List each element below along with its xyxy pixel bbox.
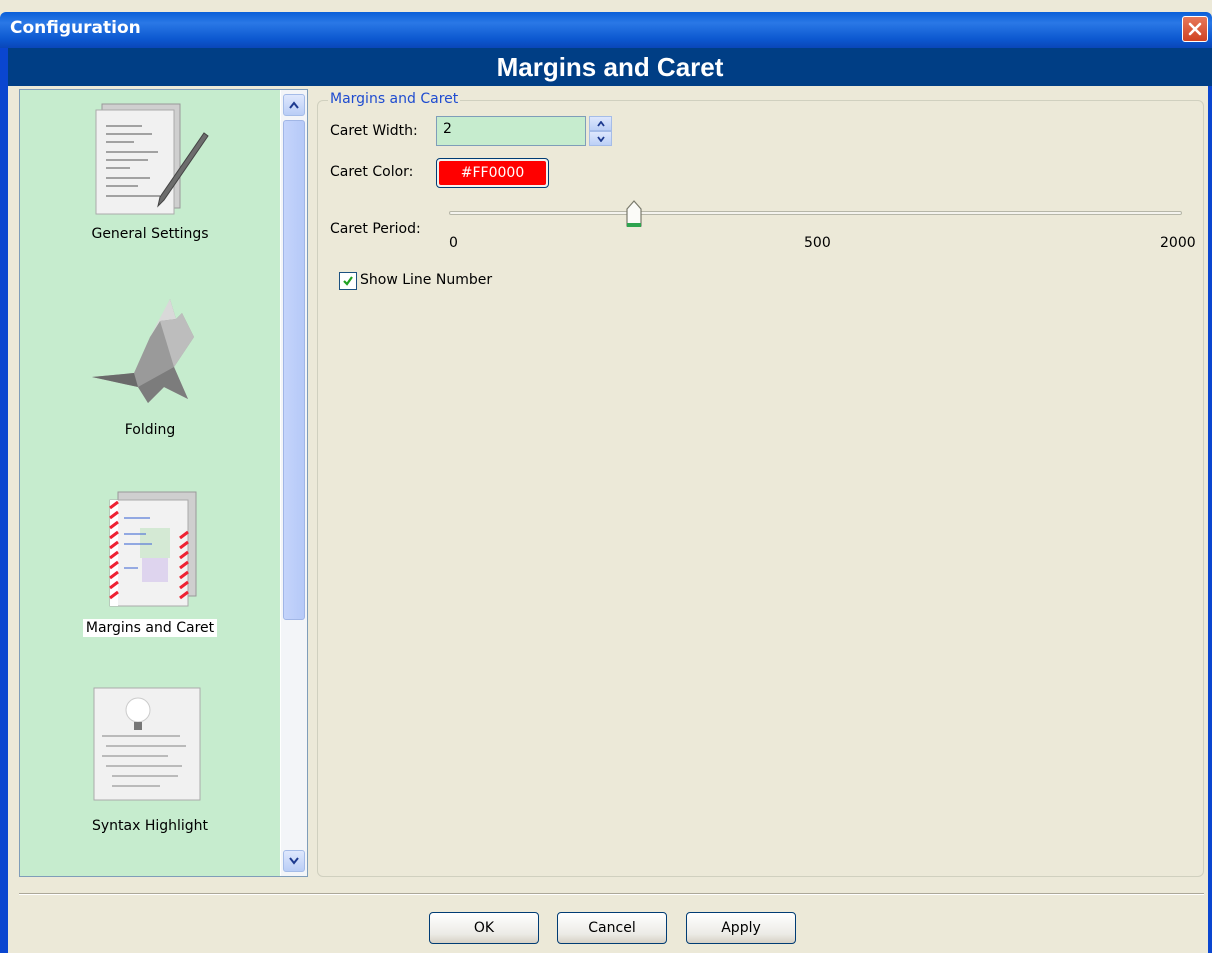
page-header: Margins and Caret	[8, 48, 1212, 86]
close-icon	[1188, 22, 1202, 36]
document-margins-icon	[109, 491, 197, 607]
arrow-up-icon	[596, 120, 605, 127]
margins-caret-groupbox	[317, 100, 1204, 877]
sidebar: General Settings Folding Margins and Car…	[19, 89, 308, 877]
sidebar-item-syntax-highlight[interactable]: Syntax Highlight	[20, 680, 280, 870]
show-line-number-checkbox[interactable]	[339, 272, 357, 290]
caret-color-label: Caret Color:	[330, 164, 414, 180]
slider-tick-max: 2000	[1160, 235, 1196, 251]
caret-width-label: Caret Width:	[330, 123, 418, 139]
caret-color-swatch: #FF0000	[439, 161, 546, 185]
title-bar[interactable]: Configuration	[0, 12, 1212, 48]
caret-period-slider-thumb[interactable]	[625, 199, 643, 229]
spin-down-button[interactable]	[589, 131, 612, 146]
chevron-down-icon	[289, 857, 299, 865]
ok-button[interactable]: OK	[429, 912, 539, 944]
sidebar-list: General Settings Folding Margins and Car…	[20, 90, 280, 876]
caret-color-button[interactable]: #FF0000	[436, 158, 549, 188]
sidebar-item-general-settings[interactable]: General Settings	[20, 90, 280, 280]
configuration-window: Configuration Margins and Caret General …	[0, 0, 1212, 953]
checkmark-icon	[343, 276, 353, 286]
sidebar-item-label: Syntax Highlight	[91, 818, 209, 834]
arrow-down-icon	[596, 135, 605, 142]
close-button[interactable]	[1182, 16, 1208, 42]
scroll-up-button[interactable]	[283, 94, 305, 116]
window-frame-left	[0, 48, 8, 953]
footer-separator	[19, 893, 1204, 895]
document-lightbulb-icon	[93, 687, 201, 801]
caret-width-spinner[interactable]	[589, 116, 612, 146]
origami-bird-icon	[92, 299, 194, 403]
window-frame-right	[1208, 48, 1212, 953]
window-title: Configuration	[10, 18, 141, 38]
scroll-thumb[interactable]	[283, 120, 305, 620]
slider-tick-mid: 500	[804, 235, 831, 251]
slider-thumb-icon	[626, 200, 642, 227]
caret-period-slider-track[interactable]	[449, 211, 1182, 215]
caret-width-input[interactable]: 2	[436, 116, 586, 146]
show-line-number-label[interactable]: Show Line Number	[360, 272, 492, 288]
document-pen-icon	[95, 103, 209, 215]
apply-button[interactable]: Apply	[686, 912, 796, 944]
sidebar-item-folding[interactable]: Folding	[20, 285, 280, 475]
sidebar-item-label: General Settings	[91, 226, 209, 242]
chevron-up-icon	[289, 101, 299, 109]
cancel-button[interactable]: Cancel	[557, 912, 667, 944]
slider-tick-min: 0	[449, 235, 458, 251]
spin-up-button[interactable]	[589, 116, 612, 131]
sidebar-item-margins-and-caret[interactable]: Margins and Caret	[20, 482, 280, 672]
sidebar-item-label: Margins and Caret	[20, 619, 280, 637]
groupbox-legend: Margins and Caret	[328, 91, 461, 107]
caret-period-label: Caret Period:	[330, 221, 421, 237]
scroll-down-button[interactable]	[283, 850, 305, 872]
sidebar-scrollbar[interactable]	[281, 90, 307, 876]
sidebar-item-label: Folding	[124, 422, 176, 438]
